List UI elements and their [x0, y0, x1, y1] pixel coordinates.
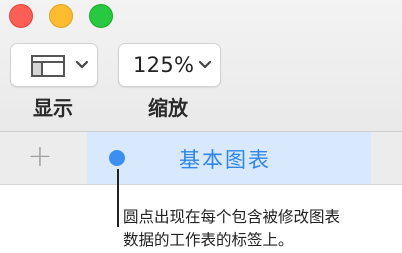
callout-line-1: 圆点出现在每个包含被修改图表: [123, 208, 341, 226]
modified-data-dot-icon: [109, 150, 125, 166]
view-button[interactable]: [10, 43, 98, 87]
screenshot: 125% 显示 缩放 + 基本图表 圆点出现在每个包含被修改图表 数据的工作表的…: [0, 0, 402, 253]
zoom-button[interactable]: 125%: [118, 43, 221, 87]
view-button-label: 显示: [33, 96, 73, 120]
zoom-button-label: 缩放: [148, 96, 188, 120]
minimize-window-button[interactable]: [49, 4, 73, 28]
sidebar-layout-icon: [31, 55, 65, 77]
add-sheet-button[interactable]: +: [22, 142, 58, 172]
zoom-level: 125%: [133, 53, 195, 77]
chevron-down-icon: [75, 60, 89, 69]
sheet-tab-bar: + 基本图表: [0, 132, 402, 184]
close-window-button[interactable]: [9, 4, 33, 28]
callout-text: 圆点出现在每个包含被修改图表 数据的工作表的标签上。: [123, 206, 383, 252]
zoom-window-button[interactable]: [89, 4, 113, 28]
callout-leader-line: [117, 169, 119, 227]
plus-icon: +: [27, 139, 53, 174]
sheet-tab-label: 基本图表: [179, 148, 271, 172]
tab-bar-divider: [0, 184, 402, 185]
toolbar: 125% 显示 缩放: [0, 0, 402, 132]
sheet-tab-basic-chart[interactable]: 基本图表: [87, 132, 371, 184]
callout-line-2: 数据的工作表的标签上。: [123, 231, 294, 249]
chevron-down-icon: [198, 60, 212, 69]
